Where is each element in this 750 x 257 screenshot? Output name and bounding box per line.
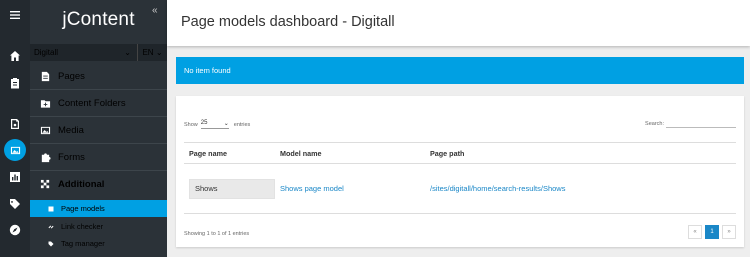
folder-plus-icon <box>39 97 51 109</box>
language-selector-value: EN <box>142 48 154 57</box>
entries-label: entries <box>233 121 251 128</box>
search-input[interactable] <box>666 119 736 128</box>
site-selector[interactable]: Digitall ⌄ <box>30 44 138 61</box>
nav-item-label: Additional <box>58 179 105 190</box>
hamburger-icon[interactable] <box>0 3 30 27</box>
pagination-page-1[interactable]: 1 <box>705 225 719 239</box>
page-title: Page models dashboard - Digitall <box>181 14 395 30</box>
chevron-down-icon: ⌄ <box>155 48 163 57</box>
sub-item-link-checker[interactable]: Link checker <box>30 218 167 235</box>
image-icon <box>39 124 51 136</box>
site-selector-value: Digitall <box>34 48 59 57</box>
collapse-panel-icon[interactable]: « <box>152 5 158 16</box>
nav-item-label: Content Folders <box>58 97 126 109</box>
nav-item-additional[interactable]: Additional <box>30 171 167 198</box>
table-header-row: Page name Model name Page path <box>184 142 736 164</box>
chevron-down-icon: ⌄ <box>124 48 131 57</box>
header-bar: Page models dashboard - Digitall <box>167 0 750 46</box>
table-info: Showing 1 to 1 of 1 entries <box>184 231 250 237</box>
nav-item-forms[interactable]: Forms <box>30 144 167 171</box>
table-row: Shows Shows page model /sites/digitall/h… <box>184 164 736 214</box>
nav-item-media[interactable]: Media <box>30 117 167 144</box>
model-name-link[interactable]: Shows page model <box>280 184 430 193</box>
table-search: Search: <box>645 119 736 128</box>
page-length-select[interactable]: 25 ⌄ <box>200 120 229 129</box>
no-item-alert: No item found <box>176 57 744 84</box>
home-icon[interactable] <box>0 44 30 68</box>
show-label: Show <box>184 121 198 128</box>
sub-item-tag-manager[interactable]: Tag manager <box>30 235 167 252</box>
checkered-icon <box>39 179 51 191</box>
link-icon <box>48 225 54 228</box>
page-path-link[interactable]: /sites/digitall/home/search-results/Show… <box>430 184 736 193</box>
page-name-value[interactable]: Shows <box>189 178 275 199</box>
nav-item-label: Media <box>58 124 84 136</box>
nav-item-pages[interactable]: Pages <box>30 63 167 90</box>
page-models-icon <box>48 206 54 211</box>
page-name-cell: Shows <box>184 178 280 199</box>
chevron-down-icon: ⌄ <box>223 121 229 127</box>
column-header-page-name[interactable]: Page name <box>184 149 280 158</box>
sub-item-label: Link checker <box>61 222 104 231</box>
page-models-table: Page name Model name Page path Shows Sho… <box>184 142 736 214</box>
page-icon <box>39 70 51 82</box>
nav-item-content-folders[interactable]: Content Folders <box>30 90 167 117</box>
image-icon[interactable] <box>0 138 30 162</box>
sub-item-page-models[interactable]: Page models <box>30 200 167 217</box>
language-selector[interactable]: EN ⌄ <box>138 48 167 57</box>
nav-item-label: Forms <box>58 151 85 163</box>
app-logo: jContent <box>62 9 135 30</box>
pagination: « 1 » <box>685 225 736 239</box>
context-selectors: Digitall ⌄ EN ⌄ <box>30 44 167 61</box>
tag-icon <box>48 241 54 246</box>
chart-icon[interactable] <box>0 165 30 189</box>
pagination-previous[interactable]: « <box>688 225 702 239</box>
page-length-control: Show 25 ⌄ entries <box>184 120 250 129</box>
pagination-next[interactable]: » <box>722 225 736 239</box>
clipboard-icon[interactable] <box>0 71 30 95</box>
nav-item-label: Pages <box>58 70 85 82</box>
compass-icon[interactable] <box>0 218 30 242</box>
page-models-card: Show 25 ⌄ entries Search: Page name Mode… <box>176 96 744 247</box>
sub-item-label: Tag manager <box>61 239 105 248</box>
column-header-model-name[interactable]: Model name <box>280 149 430 158</box>
sub-item-label: Page models <box>61 204 105 213</box>
page-length-value: 25 <box>200 120 208 126</box>
search-label: Search: <box>645 120 664 127</box>
content-sync-icon[interactable] <box>0 112 30 136</box>
tag-icon[interactable] <box>0 192 30 216</box>
puzzle-icon <box>39 151 51 163</box>
column-header-page-path[interactable]: Page path <box>430 149 736 158</box>
icon-rail <box>0 0 30 257</box>
